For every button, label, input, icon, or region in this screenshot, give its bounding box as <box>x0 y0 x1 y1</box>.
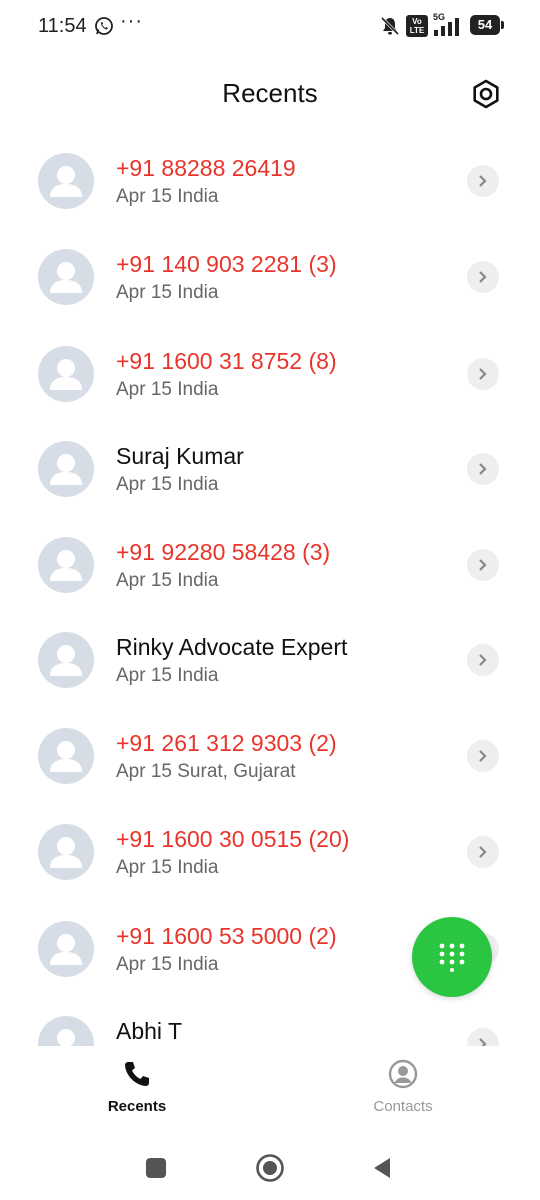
call-details-button[interactable] <box>467 453 499 485</box>
call-details-button[interactable] <box>467 549 499 581</box>
call-row[interactable]: +91 1600 31 8752 (8) Apr 15 India <box>0 325 540 421</box>
settings-button[interactable] <box>466 74 506 114</box>
tab-recents[interactable]: Recents <box>67 1058 207 1128</box>
avatar-icon <box>38 153 94 209</box>
recent-apps-button[interactable] <box>140 1152 172 1184</box>
square-icon <box>146 1158 166 1178</box>
call-meta: Apr 15 India <box>116 570 219 591</box>
gear-icon <box>473 79 499 109</box>
call-name: Rinky Advocate Expert <box>116 634 348 660</box>
status-bar: 11:54 ··· Vo LTE 5G 54 <box>0 0 540 52</box>
call-name: +91 88288 26419 <box>116 155 296 181</box>
dialpad-icon <box>439 943 465 972</box>
avatar-icon <box>38 824 94 880</box>
call-meta: Apr 15 India <box>116 379 219 400</box>
chevron-right-icon <box>479 368 487 380</box>
call-details-button[interactable] <box>467 165 499 197</box>
tab-contacts[interactable]: Contacts <box>333 1058 473 1128</box>
avatar-icon <box>38 249 94 305</box>
call-meta: Apr 15 India <box>116 954 219 975</box>
call-row[interactable]: +91 1600 30 0515 (20) Apr 15 India <box>0 803 540 899</box>
chevron-right-icon <box>479 654 487 666</box>
page-title: Recents <box>222 78 318 108</box>
call-details-button[interactable] <box>467 644 499 676</box>
call-details-button[interactable] <box>467 261 499 293</box>
avatar-icon <box>38 537 94 593</box>
phone-icon <box>125 1062 149 1086</box>
call-row[interactable]: +91 92280 58428 (3) Apr 15 India <box>0 516 540 612</box>
bottom-navigation: Recents Contacts <box>0 1046 540 1136</box>
tab-contacts-label: Contacts <box>373 1098 433 1115</box>
back-triangle-icon <box>374 1158 390 1178</box>
avatar-icon <box>38 921 94 977</box>
call-meta: Apr 15 India <box>116 186 219 207</box>
avatar-icon <box>38 346 94 402</box>
chevron-right-icon <box>479 175 487 187</box>
signal-icon <box>434 18 464 36</box>
whatsapp-icon <box>94 16 114 36</box>
call-row[interactable]: Suraj Kumar Apr 15 India <box>0 420 540 516</box>
volte-icon: Vo LTE <box>406 15 428 37</box>
system-navigation-bar <box>0 1136 540 1200</box>
chevron-right-icon <box>479 271 487 283</box>
call-row[interactable]: +91 261 312 9303 (2) Apr 15 Surat, Gujar… <box>0 707 540 803</box>
call-meta: Apr 15 India <box>116 857 219 878</box>
call-name: +91 261 312 9303 (2) <box>116 730 337 756</box>
back-button[interactable] <box>366 1152 398 1184</box>
chevron-right-icon <box>479 559 487 571</box>
call-name: +91 1600 31 8752 (8) <box>116 348 337 374</box>
call-details-button[interactable] <box>467 1028 499 1046</box>
contact-icon <box>388 1059 418 1089</box>
call-meta: Apr 15 India <box>116 282 219 303</box>
call-meta: Apr 15 India <box>116 474 219 495</box>
call-details-button[interactable] <box>467 740 499 772</box>
call-name: +91 140 903 2281 (3) <box>116 251 337 277</box>
call-name: Abhi T <box>116 1018 183 1044</box>
chevron-right-icon <box>479 846 487 858</box>
more-notifications-icon: ··· <box>120 10 143 32</box>
call-name: +91 1600 30 0515 (20) <box>116 826 350 852</box>
recent-calls-list[interactable]: +91 88288 26419 Apr 15 India +91 140 903… <box>0 132 540 1046</box>
call-row[interactable]: +91 140 903 2281 (3) Apr 15 India <box>0 228 540 324</box>
avatar-icon <box>38 632 94 688</box>
muted-bell-icon <box>378 14 402 38</box>
home-circle-icon <box>256 1154 284 1182</box>
tab-recents-label: Recents <box>107 1098 167 1115</box>
call-row[interactable]: Rinky Advocate Expert Apr 15 India <box>0 611 540 707</box>
call-details-button[interactable] <box>467 358 499 390</box>
dialpad-button[interactable] <box>412 917 492 997</box>
avatar-icon <box>38 1016 94 1046</box>
call-row[interactable]: Abhi T <box>0 995 540 1046</box>
call-details-button[interactable] <box>467 836 499 868</box>
chevron-right-icon <box>479 463 487 475</box>
call-name: +91 1600 53 5000 (2) <box>116 923 337 949</box>
chevron-right-icon <box>479 1038 487 1046</box>
home-button[interactable] <box>254 1152 286 1184</box>
call-name: +91 92280 58428 (3) <box>116 539 331 565</box>
avatar-icon <box>38 441 94 497</box>
chevron-right-icon <box>479 750 487 762</box>
battery-indicator: 54 <box>470 15 504 35</box>
avatar-icon <box>38 728 94 784</box>
status-time: 11:54 <box>38 15 87 37</box>
call-meta: Apr 15 Surat, Gujarat <box>116 761 296 782</box>
call-meta: Apr 15 India <box>116 665 219 686</box>
call-row[interactable]: +91 88288 26419 Apr 15 India <box>0 132 540 228</box>
call-name: Suraj Kumar <box>116 443 244 469</box>
